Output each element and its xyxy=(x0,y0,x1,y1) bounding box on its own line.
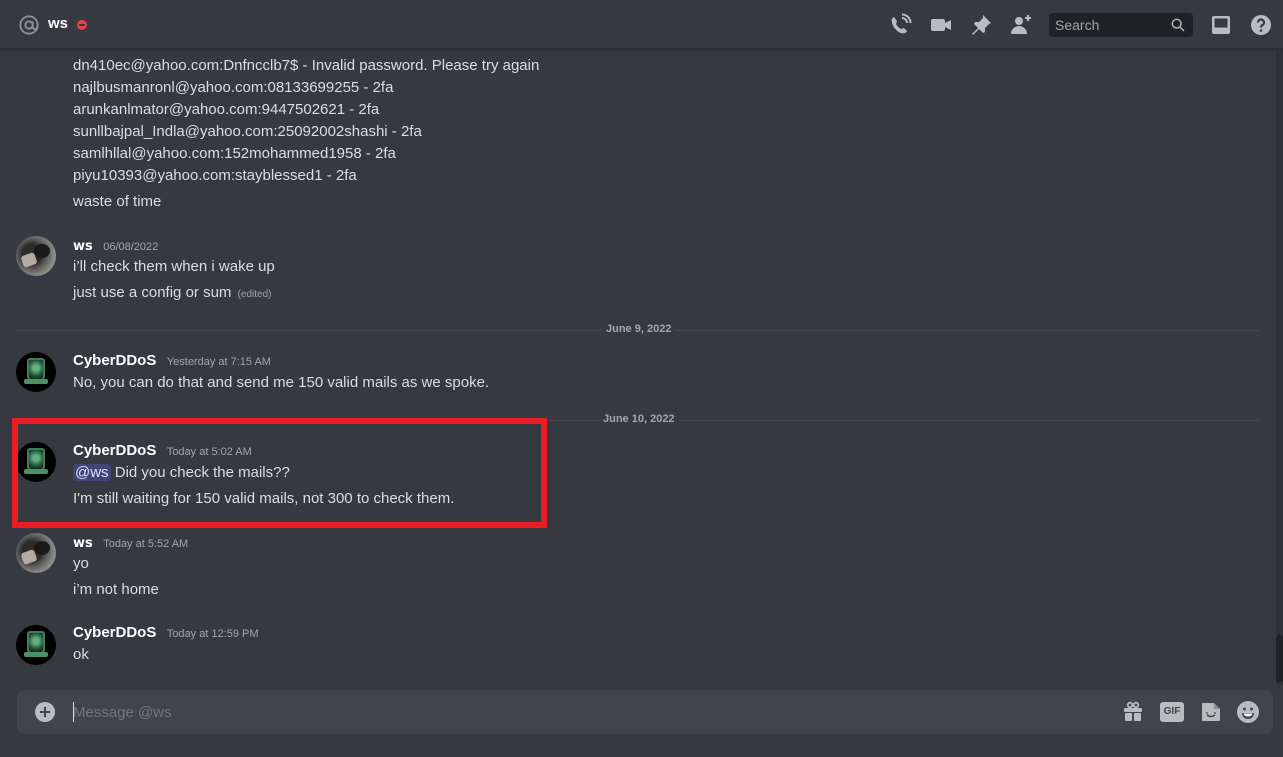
add-friend-icon[interactable] xyxy=(1009,13,1033,37)
date-divider-label: June 10, 2022 xyxy=(599,413,679,425)
author-name[interactable]: ws xyxy=(73,239,93,254)
message-line: ok xyxy=(73,646,89,663)
timestamp: Today at 5:52 AM xyxy=(103,538,189,550)
message-line: just use a config or sum (edited) xyxy=(73,284,272,301)
search-input[interactable] xyxy=(1055,16,1165,34)
message-line: i’ll check them when i wake up xyxy=(73,258,275,275)
message-line: piyu10393@yahoo.com:stayblessed1 - 2fa xyxy=(73,167,357,184)
message-composer: GIF xyxy=(17,690,1273,734)
search-icon xyxy=(1171,18,1185,32)
search-box[interactable] xyxy=(1049,13,1193,37)
timestamp: 06/08/2022 xyxy=(103,241,159,253)
avatar[interactable] xyxy=(16,533,56,573)
avatar[interactable] xyxy=(16,236,56,276)
message-scrollbar[interactable] xyxy=(1276,50,1283,685)
message-line: dn410ec@yahoo.com:Dnfncclb7$ - Invalid p… xyxy=(73,57,540,74)
at-sign-icon xyxy=(19,15,39,35)
video-call-icon[interactable] xyxy=(929,13,953,37)
emoji-icon[interactable] xyxy=(1236,700,1260,724)
message-line: arunkanlmator@yahoo.com:9447502621 - 2fa xyxy=(73,101,380,118)
date-divider-label: June 9, 2022 xyxy=(602,323,676,335)
message-header: CyberDDoS Yesterday at 7:15 AM xyxy=(73,352,271,370)
timestamp: Today at 5:02 AM xyxy=(166,446,252,458)
message-header: ws Today at 5:52 AM xyxy=(73,534,188,552)
add-attachment-icon[interactable] xyxy=(35,702,55,722)
edited-label: (edited) xyxy=(237,289,272,300)
avatar[interactable] xyxy=(16,625,56,665)
avatar-banner xyxy=(24,652,48,657)
avatar[interactable] xyxy=(16,352,56,392)
author-name[interactable]: CyberDDoS xyxy=(73,352,156,369)
message-header: CyberDDoS Today at 5:02 AM xyxy=(73,442,252,460)
message-line: najlbusmanronl@yahoo.com:08133699255 - 2… xyxy=(73,79,394,96)
message-header: CyberDDoS Today at 12:59 PM xyxy=(73,624,259,642)
scrollbar-thumb[interactable] xyxy=(1276,635,1283,683)
channel-title: ws xyxy=(48,15,69,32)
avatar[interactable] xyxy=(16,442,56,482)
user-mention[interactable]: @ws xyxy=(73,464,111,481)
avatar-banner xyxy=(24,469,48,474)
sticker-icon[interactable] xyxy=(1199,700,1223,724)
gift-icon[interactable] xyxy=(1121,700,1145,724)
message-text: just use a config or sum xyxy=(73,284,232,301)
author-name[interactable]: CyberDDoS xyxy=(73,442,156,459)
author-name[interactable]: ws xyxy=(73,536,93,551)
message-line: waste of time xyxy=(73,193,162,210)
voice-call-icon[interactable] xyxy=(888,13,912,37)
message-line: No, you can do that and send me 150 vali… xyxy=(73,374,490,391)
dnd-status-icon xyxy=(77,20,87,30)
timestamp: Today at 12:59 PM xyxy=(166,628,259,640)
message-input[interactable] xyxy=(73,700,1103,724)
message-text: Did you check the mails?? xyxy=(114,464,290,481)
author-name[interactable]: CyberDDoS xyxy=(73,624,156,641)
message-header: ws 06/08/2022 xyxy=(73,237,158,255)
message-list: dn410ec@yahoo.com:Dnfncclb7$ - Invalid p… xyxy=(0,50,1276,685)
message-line: yo xyxy=(73,555,89,572)
message-line: I'm still waiting for 150 valid mails, n… xyxy=(73,490,455,507)
message-line: i’m not home xyxy=(73,581,159,598)
gif-icon[interactable]: GIF xyxy=(1160,702,1184,722)
pinned-messages-icon[interactable] xyxy=(969,13,993,37)
message-line: @ws Did you check the mails?? xyxy=(73,464,290,481)
avatar-banner xyxy=(24,379,48,384)
channel-header: ws xyxy=(0,0,1283,49)
message-line: sunllbajpal_Indla@yahoo.com:25092002shas… xyxy=(73,123,422,140)
message-line: samlhllal@yahoo.com:152mohammed1958 - 2f… xyxy=(73,145,396,162)
inbox-icon[interactable] xyxy=(1209,13,1233,37)
help-icon[interactable] xyxy=(1249,13,1273,37)
timestamp: Yesterday at 7:15 AM xyxy=(166,356,271,368)
